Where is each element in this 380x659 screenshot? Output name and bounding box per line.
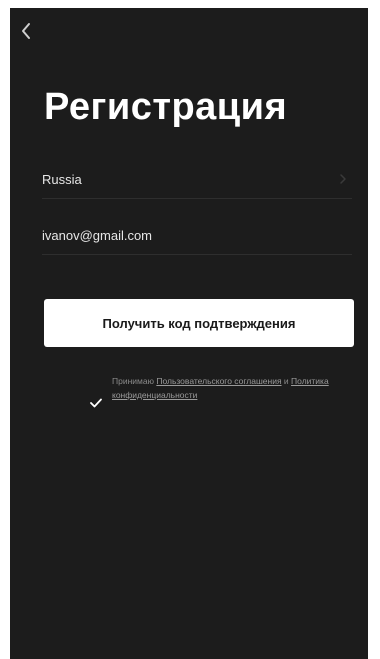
back-button[interactable] [20, 22, 42, 46]
consent-checkbox[interactable] [86, 374, 110, 430]
consent-block: Принимаю Пользовательского соглашения и … [86, 374, 336, 438]
country-value: Russia [42, 172, 82, 187]
terms-link[interactable]: Пользовательского соглашения [156, 376, 281, 386]
page-title: Регистрация [44, 86, 288, 128]
email-field[interactable]: ivanov@gmail.com [42, 216, 352, 255]
consent-middle: и [281, 376, 292, 386]
country-select[interactable]: Russia [42, 160, 352, 199]
email-value: ivanov@gmail.com [42, 228, 153, 243]
checkmark-icon [90, 398, 102, 408]
get-code-button[interactable]: Получить код подтверждения [44, 299, 354, 347]
chevron-left-icon [22, 23, 30, 39]
chevron-right-icon [340, 174, 346, 184]
consent-text: Принимаю Пользовательского соглашения и … [112, 374, 336, 402]
registration-screen: Регистрация Russia ivanov@gmail.com Полу… [10, 8, 368, 659]
consent-prefix: Принимаю [112, 376, 157, 386]
